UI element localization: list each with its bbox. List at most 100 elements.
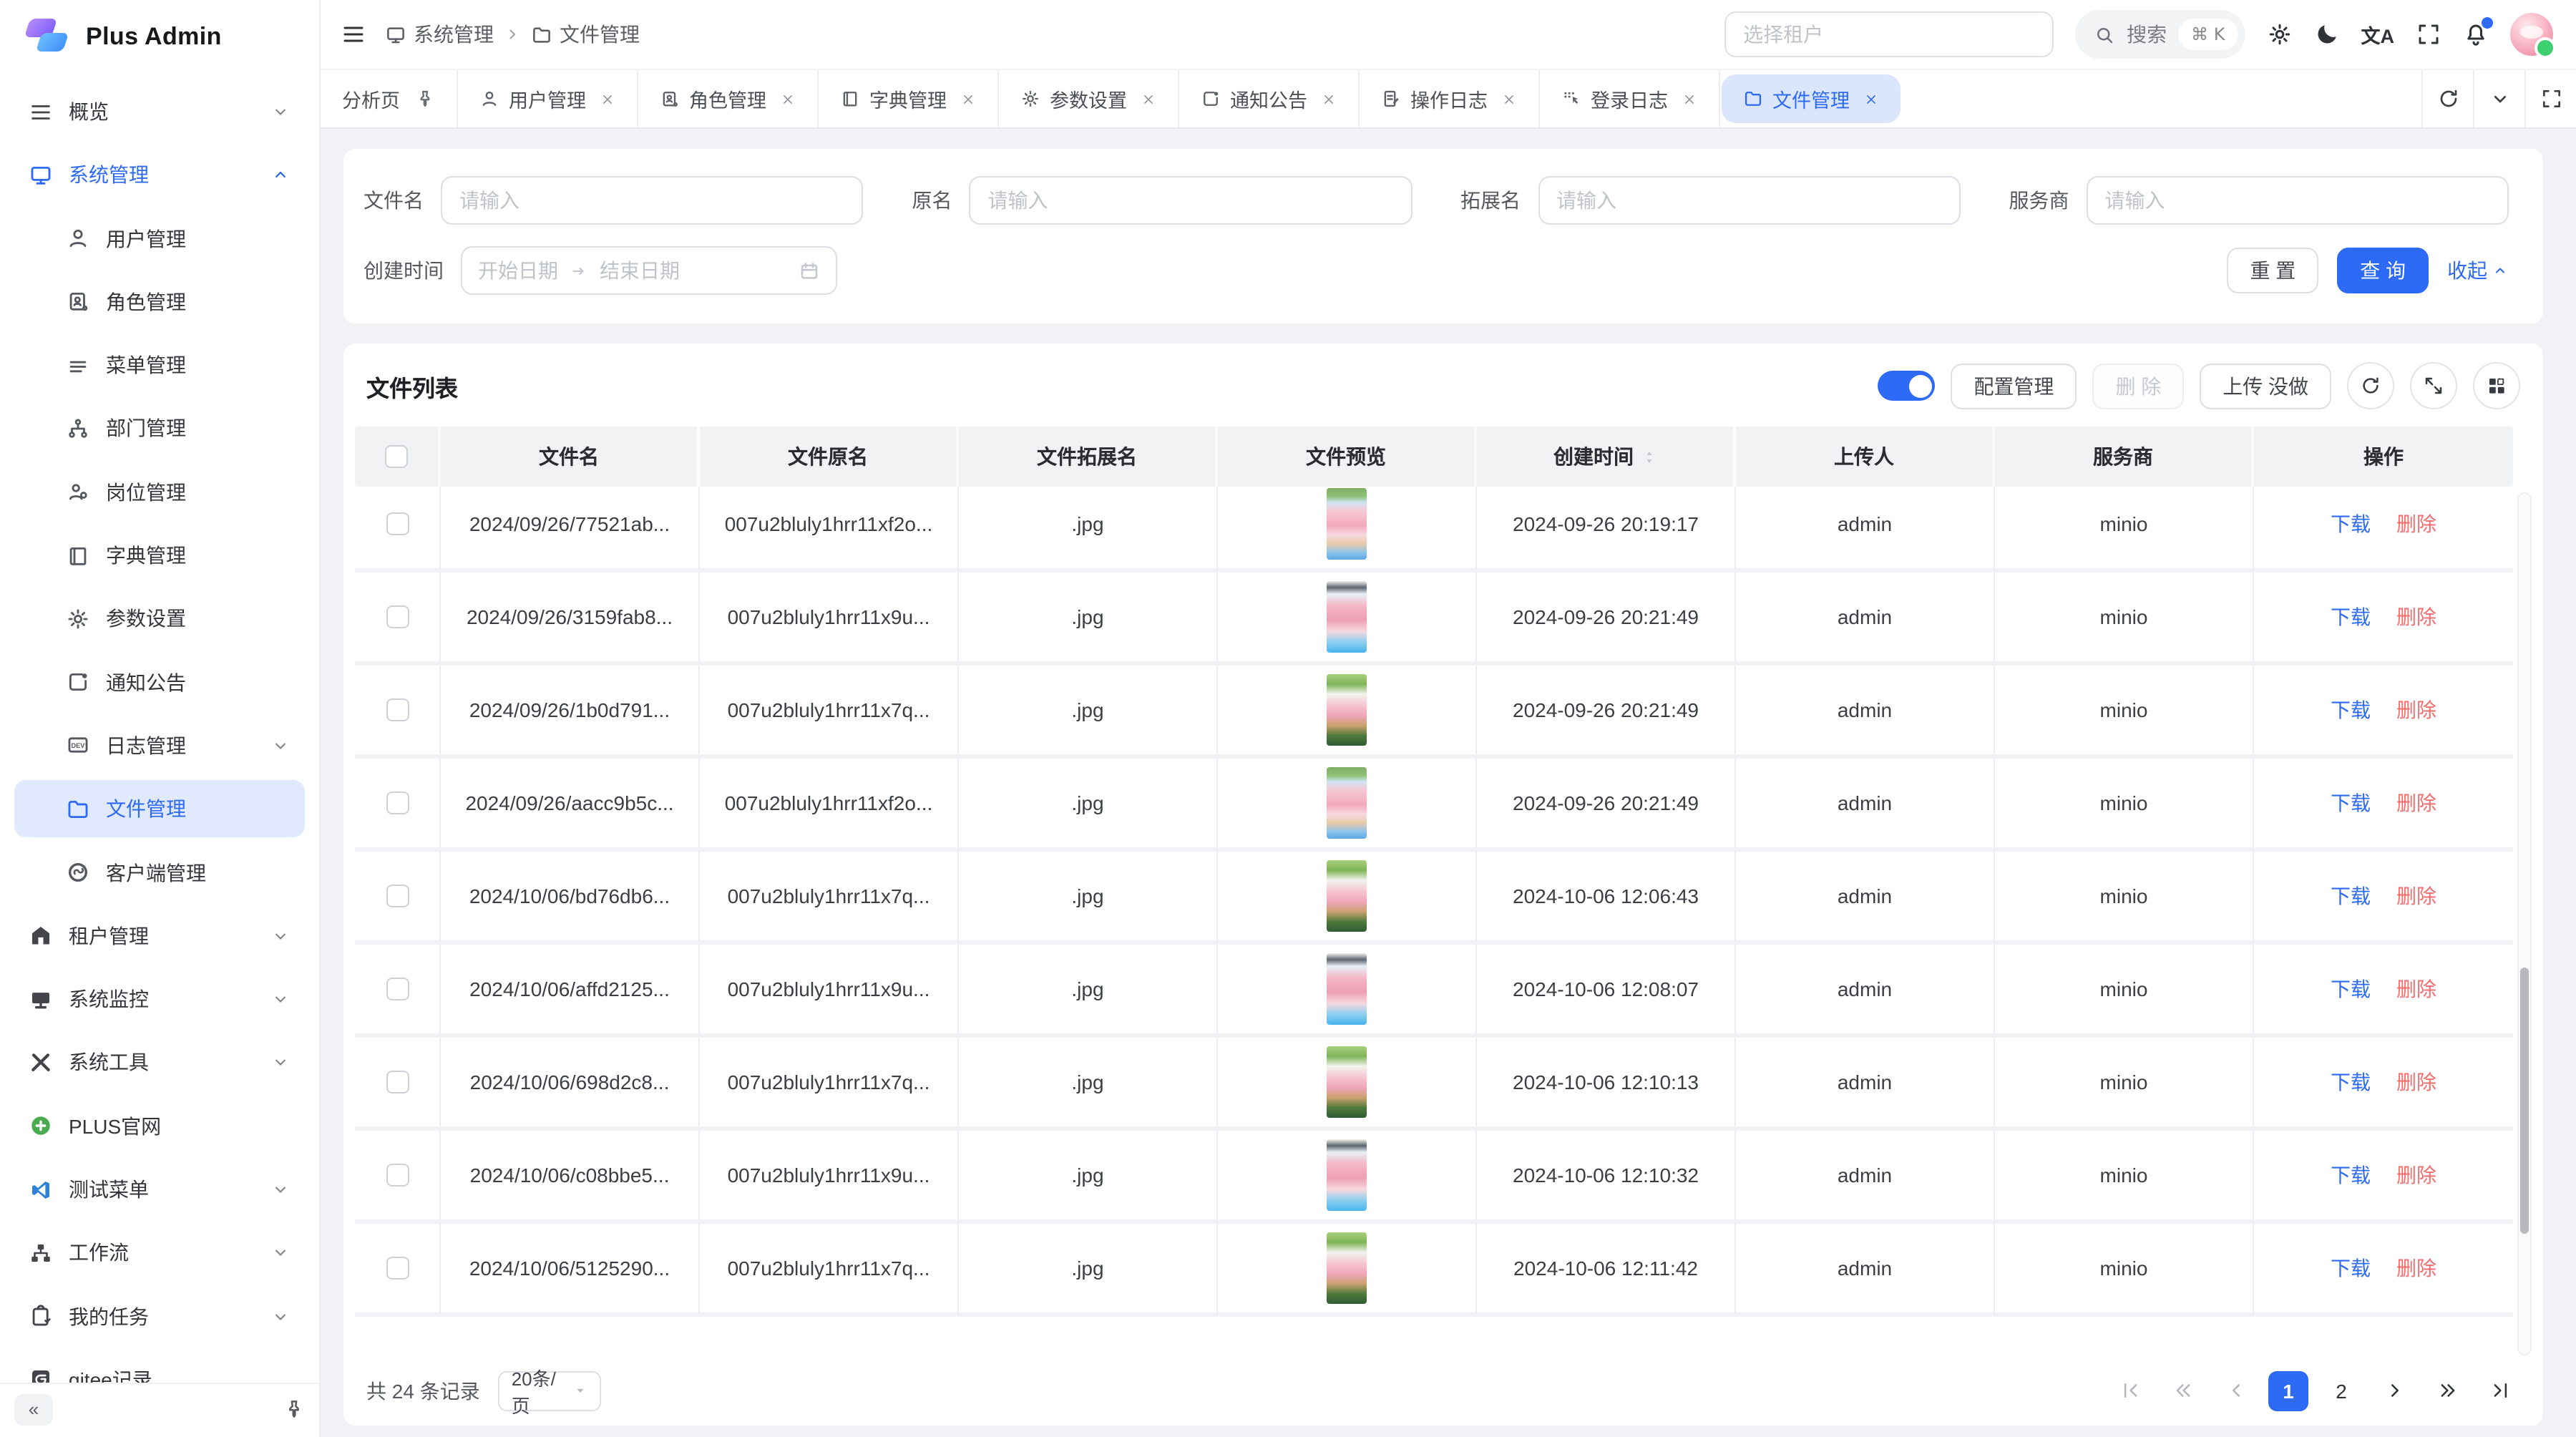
download-link[interactable]: 下载 (2331, 1068, 2371, 1096)
file-preview-image[interactable] (1327, 581, 1367, 653)
tab-用户管理[interactable]: 用户管理 (457, 70, 638, 127)
download-link[interactable]: 下载 (2331, 975, 2371, 1003)
tab-参数设置[interactable]: 参数设置 (998, 70, 1179, 127)
upload-button[interactable]: 上传 没做 (2200, 363, 2331, 409)
row-checkbox[interactable] (386, 885, 409, 907)
delete-link[interactable]: 删除 (2396, 1068, 2436, 1096)
file-preview-image[interactable] (1327, 1232, 1367, 1304)
close-icon[interactable] (779, 91, 795, 107)
scrollbar-thumb[interactable] (2520, 967, 2529, 1234)
sidebar-toggle-button[interactable] (341, 21, 366, 47)
delete-button[interactable]: 删 除 (2092, 363, 2184, 409)
tab-字典管理[interactable]: 字典管理 (818, 70, 998, 127)
sidebar-item-用户管理[interactable]: 用户管理 (14, 210, 305, 267)
content-fullscreen-icon[interactable] (2524, 70, 2576, 127)
global-search[interactable]: 搜索 ⌘ K (2075, 10, 2245, 59)
translate-icon[interactable]: 文A (2361, 20, 2395, 49)
tab-分析页[interactable]: 分析页 (321, 70, 457, 127)
row-checkbox[interactable] (386, 978, 409, 1000)
row-checkbox[interactable] (386, 698, 409, 721)
text-input[interactable]: 请输入 (2087, 176, 2509, 225)
delete-link[interactable]: 删除 (2396, 510, 2436, 538)
text-input[interactable]: 请输入 (441, 176, 864, 225)
tab-通知公告[interactable]: 通知公告 (1179, 70, 1359, 127)
sidebar-item-参数设置[interactable]: 参数设置 (14, 590, 305, 648)
table-scrollbar[interactable] (2517, 492, 2532, 1355)
file-preview-image[interactable] (1327, 860, 1367, 932)
page-2[interactable]: 2 (2321, 1370, 2361, 1411)
column-header-文件名[interactable]: 文件名 (441, 427, 700, 487)
column-header-文件原名[interactable]: 文件原名 (700, 427, 959, 487)
close-icon[interactable] (960, 91, 975, 107)
row-checkbox[interactable] (386, 1257, 409, 1280)
sidebar-collapse-button[interactable]: « (14, 1393, 53, 1425)
column-settings-icon[interactable] (2473, 362, 2520, 409)
sidebar-item-租户管理[interactable]: 租户管理 (14, 907, 305, 965)
delete-link[interactable]: 删除 (2396, 789, 2436, 817)
sidebar-item-我的任务[interactable]: 我的任务 (14, 1287, 305, 1345)
sort-icon[interactable] (1641, 449, 1657, 464)
tab-文件管理[interactable]: 文件管理 (1721, 74, 1900, 123)
breadcrumb-item-system[interactable]: 系统管理 (385, 20, 494, 49)
delete-link[interactable]: 删除 (2396, 696, 2436, 724)
date-range-input[interactable]: 开始日期 结束日期 (461, 246, 837, 295)
sidebar-item-系统管理[interactable]: 系统管理 (14, 147, 305, 204)
sidebar-item-工作流[interactable]: 工作流 (14, 1224, 305, 1282)
delete-link[interactable]: 删除 (2396, 1161, 2436, 1189)
notifications-bell-icon[interactable] (2463, 21, 2489, 47)
row-checkbox[interactable] (386, 1071, 409, 1093)
pg-next[interactable] (2374, 1370, 2414, 1411)
sidebar-item-客户端管理[interactable]: 客户端管理 (14, 844, 305, 901)
sidebar-item-部门管理[interactable]: 部门管理 (14, 400, 305, 457)
close-icon[interactable] (599, 91, 615, 107)
refresh-tab-icon[interactable] (2421, 70, 2473, 127)
delete-link[interactable]: 删除 (2396, 603, 2436, 631)
query-button[interactable]: 查 询 (2337, 248, 2429, 293)
text-input[interactable]: 请输入 (1538, 176, 1961, 225)
pin-icon[interactable] (283, 1398, 305, 1420)
download-link[interactable]: 下载 (2331, 696, 2371, 724)
row-checkbox[interactable] (386, 1164, 409, 1187)
config-manage-button[interactable]: 配置管理 (1951, 363, 2077, 409)
column-header-checkbox[interactable] (355, 427, 441, 487)
avatar[interactable] (2510, 13, 2553, 56)
chevron-down-icon[interactable] (2473, 70, 2524, 127)
sidebar-item-角色管理[interactable]: 角色管理 (14, 273, 305, 331)
tab-登录日志[interactable]: 登录日志 (1539, 70, 1719, 127)
pg-dnext[interactable] (2427, 1370, 2467, 1411)
row-checkbox[interactable] (386, 512, 409, 535)
close-icon[interactable] (1320, 91, 1336, 107)
sidebar-item-字典管理[interactable]: 字典管理 (14, 527, 305, 584)
select-all-checkbox[interactable] (385, 445, 408, 468)
sidebar-item-概览[interactable]: 概览 (14, 83, 305, 140)
refresh-table-icon[interactable] (2347, 362, 2394, 409)
sidebar-item-文件管理[interactable]: 文件管理 (14, 781, 305, 838)
reset-button[interactable]: 重 置 (2227, 248, 2318, 293)
file-preview-image[interactable] (1327, 767, 1367, 839)
column-header-创建时间[interactable]: 创建时间 (1477, 427, 1736, 487)
download-link[interactable]: 下载 (2331, 882, 2371, 910)
close-icon[interactable] (1140, 91, 1156, 107)
page-1[interactable]: 1 (2268, 1370, 2308, 1411)
column-header-服务商[interactable]: 服务商 (1995, 427, 2254, 487)
download-link[interactable]: 下载 (2331, 789, 2371, 817)
sidebar-item-PLUS官网[interactable]: PLUS官网 (14, 1098, 305, 1155)
row-checkbox[interactable] (386, 605, 409, 628)
close-icon[interactable] (1501, 91, 1516, 107)
delete-link[interactable]: 删除 (2396, 975, 2436, 1003)
delete-link[interactable]: 删除 (2396, 882, 2436, 910)
download-link[interactable]: 下载 (2331, 510, 2371, 538)
sidebar-item-菜单管理[interactable]: 菜单管理 (14, 336, 305, 394)
column-header-文件预览[interactable]: 文件预览 (1218, 427, 1477, 487)
file-preview-image[interactable] (1327, 1139, 1367, 1211)
close-icon[interactable] (1863, 91, 1878, 107)
file-preview-image[interactable] (1327, 488, 1367, 560)
tab-操作日志[interactable]: 操作日志 (1359, 70, 1539, 127)
column-header-文件拓展名[interactable]: 文件拓展名 (959, 427, 1218, 487)
column-header-上传人[interactable]: 上传人 (1736, 427, 1995, 487)
column-header-操作[interactable]: 操作 (2254, 427, 2513, 487)
sidebar-item-通知公告[interactable]: 通知公告 (14, 653, 305, 711)
download-link[interactable]: 下载 (2331, 1254, 2371, 1282)
sidebar-item-日志管理[interactable]: DEV 日志管理 (14, 717, 305, 774)
sidebar-item-岗位管理[interactable]: 岗位管理 (14, 464, 305, 521)
